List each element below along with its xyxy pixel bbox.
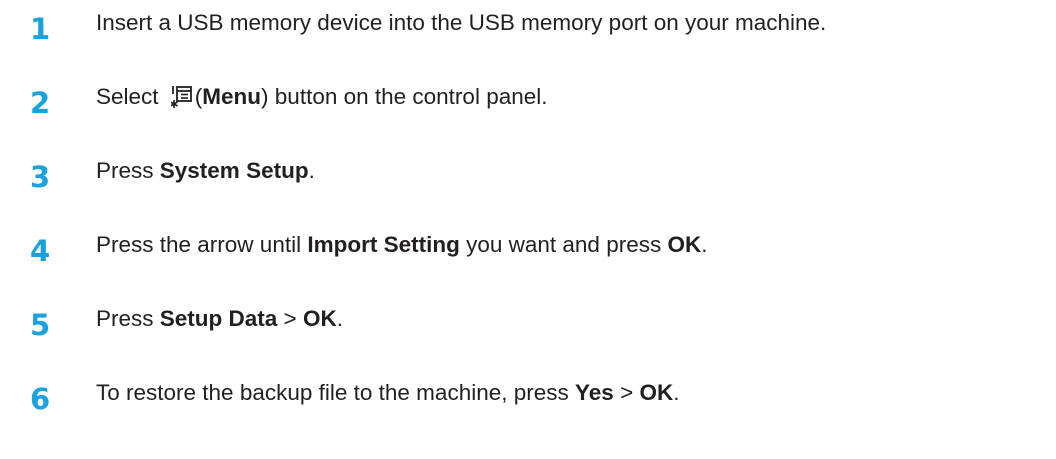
step-text: Press Setup Data > OK. bbox=[96, 306, 343, 331]
step-1: 1 Insert a USB memory device into the US… bbox=[0, 8, 1056, 48]
step-2: 2 Select (Menu) button on the control pa… bbox=[0, 82, 1056, 122]
step-5: 5 Press Setup Data > OK. bbox=[0, 304, 1056, 344]
step-3: 3 Press System Setup. bbox=[0, 156, 1056, 196]
step-number: 4 bbox=[30, 234, 51, 268]
step-number: 3 bbox=[30, 160, 51, 194]
step-number: 2 bbox=[30, 86, 51, 120]
instruction-steps: 1 Insert a USB memory device into the US… bbox=[0, 0, 1056, 459]
step-text: Insert a USB memory device into the USB … bbox=[96, 10, 827, 35]
step-number: 1 bbox=[30, 12, 51, 46]
step-text: Press System Setup. bbox=[96, 158, 315, 183]
step-4: 4 Press the arrow until Import Setting y… bbox=[0, 230, 1056, 270]
step-number: 6 bbox=[30, 382, 51, 416]
step-text: Press the arrow until Import Setting you… bbox=[96, 232, 708, 257]
menu-icon bbox=[170, 86, 192, 108]
step-text: Select (Menu) button on the control pane… bbox=[96, 84, 548, 109]
step-text: To restore the backup file to the machin… bbox=[96, 380, 680, 405]
step-number: 5 bbox=[30, 308, 51, 342]
step-6: 6 To restore the backup file to the mach… bbox=[0, 378, 1056, 418]
